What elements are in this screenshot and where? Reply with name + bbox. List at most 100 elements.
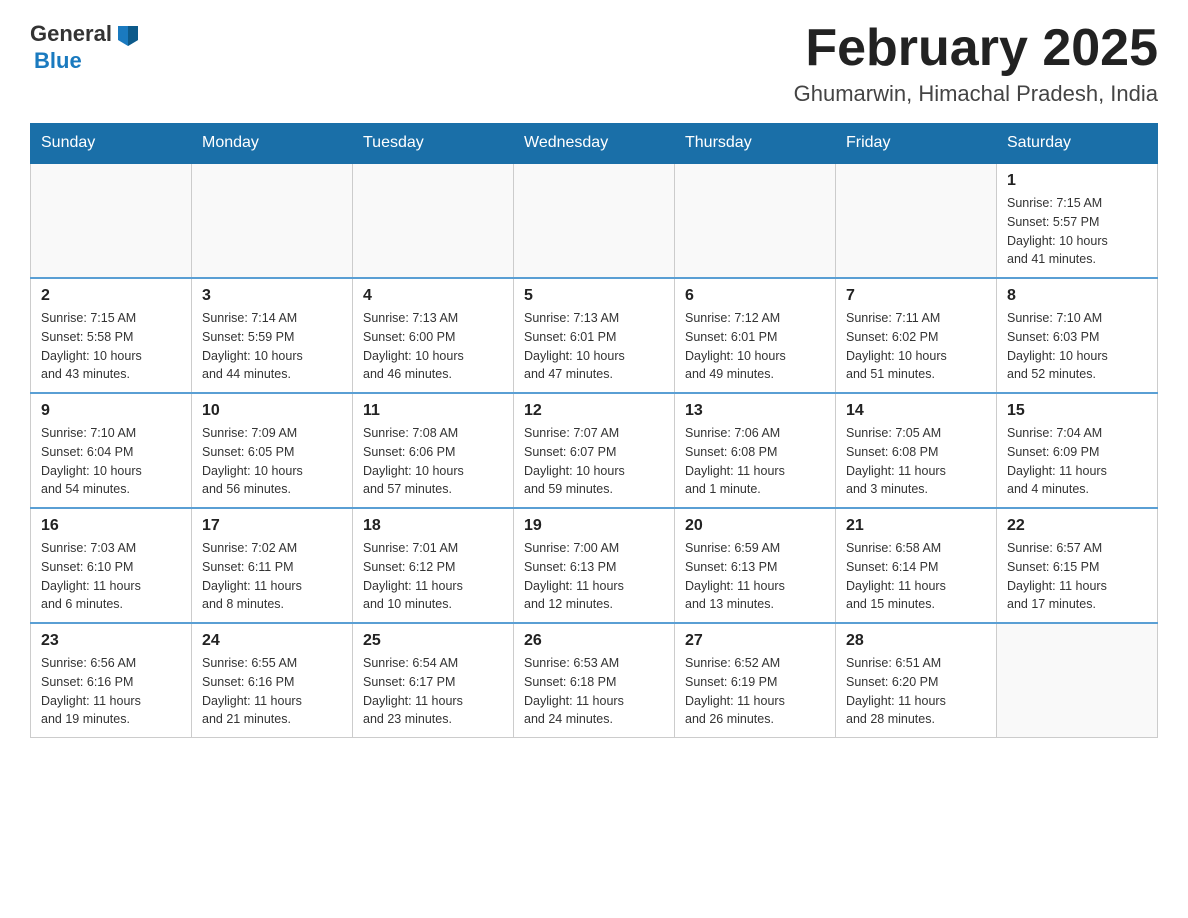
calendar-cell: 8 Sunrise: 7:10 AMSunset: 6:03 PMDaylight… xyxy=(997,278,1158,393)
calendar-week-row: 1 Sunrise: 7:15 AMSunset: 5:57 PMDaylight… xyxy=(31,163,1158,278)
day-info: Sunrise: 6:53 AMSunset: 6:18 PMDaylight:… xyxy=(524,654,664,729)
day-info: Sunrise: 7:15 AMSunset: 5:58 PMDaylight:… xyxy=(41,309,181,384)
day-number: 3 xyxy=(202,287,342,305)
calendar-cell: 14Sunrise: 7:05 AMSunset: 6:08 PMDayligh… xyxy=(836,393,997,508)
day-number: 25 xyxy=(363,632,503,650)
day-info: Sunrise: 7:13 AMSunset: 6:00 PMDaylight:… xyxy=(363,309,503,384)
calendar-cell: 13 Sunrise: 7:06 AMSunset: 6:08 PMDayligh… xyxy=(675,393,836,508)
day-number: 17 xyxy=(202,517,342,535)
calendar-cell xyxy=(31,163,192,278)
day-info: Sunrise: 7:01 AMSunset: 6:12 PMDaylight:… xyxy=(363,539,503,614)
day-number: 13 xyxy=(685,402,825,420)
calendar-cell: 2Sunrise: 7:15 AMSunset: 5:58 PMDaylight… xyxy=(31,278,192,393)
calendar-cell: 19 Sunrise: 7:00 AMSunset: 6:13 PMDayligh… xyxy=(514,508,675,623)
calendar-cell: 3 Sunrise: 7:14 AMSunset: 5:59 PMDaylight… xyxy=(192,278,353,393)
calendar-cell: 21Sunrise: 6:58 AMSunset: 6:14 PMDayligh… xyxy=(836,508,997,623)
calendar-cell: 28 Sunrise: 6:51 AMSunset: 6:20 PMDayligh… xyxy=(836,623,997,738)
calendar-cell: 9 Sunrise: 7:10 AMSunset: 6:04 PMDaylight… xyxy=(31,393,192,508)
calendar-cell: 16 Sunrise: 7:03 AMSunset: 6:10 PMDayligh… xyxy=(31,508,192,623)
day-number: 1 xyxy=(1007,172,1147,190)
logo-icon xyxy=(114,20,142,48)
weekday-header-saturday: Saturday xyxy=(997,124,1158,164)
day-info: Sunrise: 7:04 AMSunset: 6:09 PMDaylight:… xyxy=(1007,424,1147,499)
day-number: 4 xyxy=(363,287,503,305)
weekday-header-monday: Monday xyxy=(192,124,353,164)
day-info: Sunrise: 7:09 AMSunset: 6:05 PMDaylight:… xyxy=(202,424,342,499)
day-info: Sunrise: 6:57 AMSunset: 6:15 PMDaylight:… xyxy=(1007,539,1147,614)
day-info: Sunrise: 7:05 AMSunset: 6:08 PMDaylight:… xyxy=(846,424,986,499)
weekday-header-friday: Friday xyxy=(836,124,997,164)
calendar-cell: 5 Sunrise: 7:13 AMSunset: 6:01 PMDaylight… xyxy=(514,278,675,393)
weekday-header-tuesday: Tuesday xyxy=(353,124,514,164)
day-number: 9 xyxy=(41,402,181,420)
weekday-header-wednesday: Wednesday xyxy=(514,124,675,164)
calendar-week-row: 23Sunrise: 6:56 AMSunset: 6:16 PMDayligh… xyxy=(31,623,1158,738)
weekday-header-sunday: Sunday xyxy=(31,124,192,164)
calendar-cell: 26 Sunrise: 6:53 AMSunset: 6:18 PMDayligh… xyxy=(514,623,675,738)
day-info: Sunrise: 6:59 AMSunset: 6:13 PMDaylight:… xyxy=(685,539,825,614)
calendar-cell: 27Sunrise: 6:52 AMSunset: 6:19 PMDayligh… xyxy=(675,623,836,738)
location-title: Ghumarwin, Himachal Pradesh, India xyxy=(794,81,1158,107)
calendar-cell xyxy=(514,163,675,278)
calendar-week-row: 16 Sunrise: 7:03 AMSunset: 6:10 PMDayligh… xyxy=(31,508,1158,623)
day-info: Sunrise: 7:11 AMSunset: 6:02 PMDaylight:… xyxy=(846,309,986,384)
calendar-cell xyxy=(192,163,353,278)
calendar-cell: 15 Sunrise: 7:04 AMSunset: 6:09 PMDayligh… xyxy=(997,393,1158,508)
day-number: 16 xyxy=(41,517,181,535)
day-info: Sunrise: 6:54 AMSunset: 6:17 PMDaylight:… xyxy=(363,654,503,729)
calendar-cell: 12 Sunrise: 7:07 AMSunset: 6:07 PMDayligh… xyxy=(514,393,675,508)
day-number: 15 xyxy=(1007,402,1147,420)
calendar-cell xyxy=(836,163,997,278)
logo-general-text: General xyxy=(30,21,112,47)
day-info: Sunrise: 6:51 AMSunset: 6:20 PMDaylight:… xyxy=(846,654,986,729)
day-number: 21 xyxy=(846,517,986,535)
calendar-cell: 20Sunrise: 6:59 AMSunset: 6:13 PMDayligh… xyxy=(675,508,836,623)
day-info: Sunrise: 7:06 AMSunset: 6:08 PMDaylight:… xyxy=(685,424,825,499)
day-info: Sunrise: 7:14 AMSunset: 5:59 PMDaylight:… xyxy=(202,309,342,384)
day-number: 28 xyxy=(846,632,986,650)
day-info: Sunrise: 7:10 AMSunset: 6:03 PMDaylight:… xyxy=(1007,309,1147,384)
day-number: 6 xyxy=(685,287,825,305)
calendar-cell xyxy=(675,163,836,278)
calendar-cell: 6 Sunrise: 7:12 AMSunset: 6:01 PMDaylight… xyxy=(675,278,836,393)
day-number: 19 xyxy=(524,517,664,535)
page-header: General Blue February 2025 Ghumarwin, Hi… xyxy=(30,20,1158,107)
day-info: Sunrise: 6:55 AMSunset: 6:16 PMDaylight:… xyxy=(202,654,342,729)
day-info: Sunrise: 7:10 AMSunset: 6:04 PMDaylight:… xyxy=(41,424,181,499)
day-info: Sunrise: 7:12 AMSunset: 6:01 PMDaylight:… xyxy=(685,309,825,384)
day-number: 7 xyxy=(846,287,986,305)
day-number: 18 xyxy=(363,517,503,535)
title-section: February 2025 Ghumarwin, Himachal Prades… xyxy=(794,20,1158,107)
day-info: Sunrise: 7:03 AMSunset: 6:10 PMDaylight:… xyxy=(41,539,181,614)
calendar-cell: 7 Sunrise: 7:11 AMSunset: 6:02 PMDaylight… xyxy=(836,278,997,393)
day-info: Sunrise: 7:02 AMSunset: 6:11 PMDaylight:… xyxy=(202,539,342,614)
calendar-week-row: 9 Sunrise: 7:10 AMSunset: 6:04 PMDaylight… xyxy=(31,393,1158,508)
day-info: Sunrise: 7:07 AMSunset: 6:07 PMDaylight:… xyxy=(524,424,664,499)
day-number: 10 xyxy=(202,402,342,420)
weekday-header-row: SundayMondayTuesdayWednesdayThursdayFrid… xyxy=(31,124,1158,164)
day-info: Sunrise: 7:15 AMSunset: 5:57 PMDaylight:… xyxy=(1007,194,1147,269)
day-number: 22 xyxy=(1007,517,1147,535)
day-number: 12 xyxy=(524,402,664,420)
weekday-header-thursday: Thursday xyxy=(675,124,836,164)
calendar-cell: 1 Sunrise: 7:15 AMSunset: 5:57 PMDaylight… xyxy=(997,163,1158,278)
calendar-table: SundayMondayTuesdayWednesdayThursdayFrid… xyxy=(30,123,1158,738)
day-number: 5 xyxy=(524,287,664,305)
calendar-cell: 11 Sunrise: 7:08 AMSunset: 6:06 PMDayligh… xyxy=(353,393,514,508)
day-info: Sunrise: 6:52 AMSunset: 6:19 PMDaylight:… xyxy=(685,654,825,729)
logo-blue-text: Blue xyxy=(34,48,82,74)
day-number: 26 xyxy=(524,632,664,650)
day-info: Sunrise: 7:13 AMSunset: 6:01 PMDaylight:… xyxy=(524,309,664,384)
day-number: 8 xyxy=(1007,287,1147,305)
calendar-week-row: 2Sunrise: 7:15 AMSunset: 5:58 PMDaylight… xyxy=(31,278,1158,393)
calendar-cell: 22 Sunrise: 6:57 AMSunset: 6:15 PMDayligh… xyxy=(997,508,1158,623)
day-number: 11 xyxy=(363,402,503,420)
calendar-cell: 4 Sunrise: 7:13 AMSunset: 6:00 PMDaylight… xyxy=(353,278,514,393)
calendar-cell: 24 Sunrise: 6:55 AMSunset: 6:16 PMDayligh… xyxy=(192,623,353,738)
day-number: 24 xyxy=(202,632,342,650)
calendar-cell: 25 Sunrise: 6:54 AMSunset: 6:17 PMDayligh… xyxy=(353,623,514,738)
day-info: Sunrise: 7:08 AMSunset: 6:06 PMDaylight:… xyxy=(363,424,503,499)
calendar-cell xyxy=(997,623,1158,738)
day-info: Sunrise: 7:00 AMSunset: 6:13 PMDaylight:… xyxy=(524,539,664,614)
logo: General Blue xyxy=(30,20,142,74)
